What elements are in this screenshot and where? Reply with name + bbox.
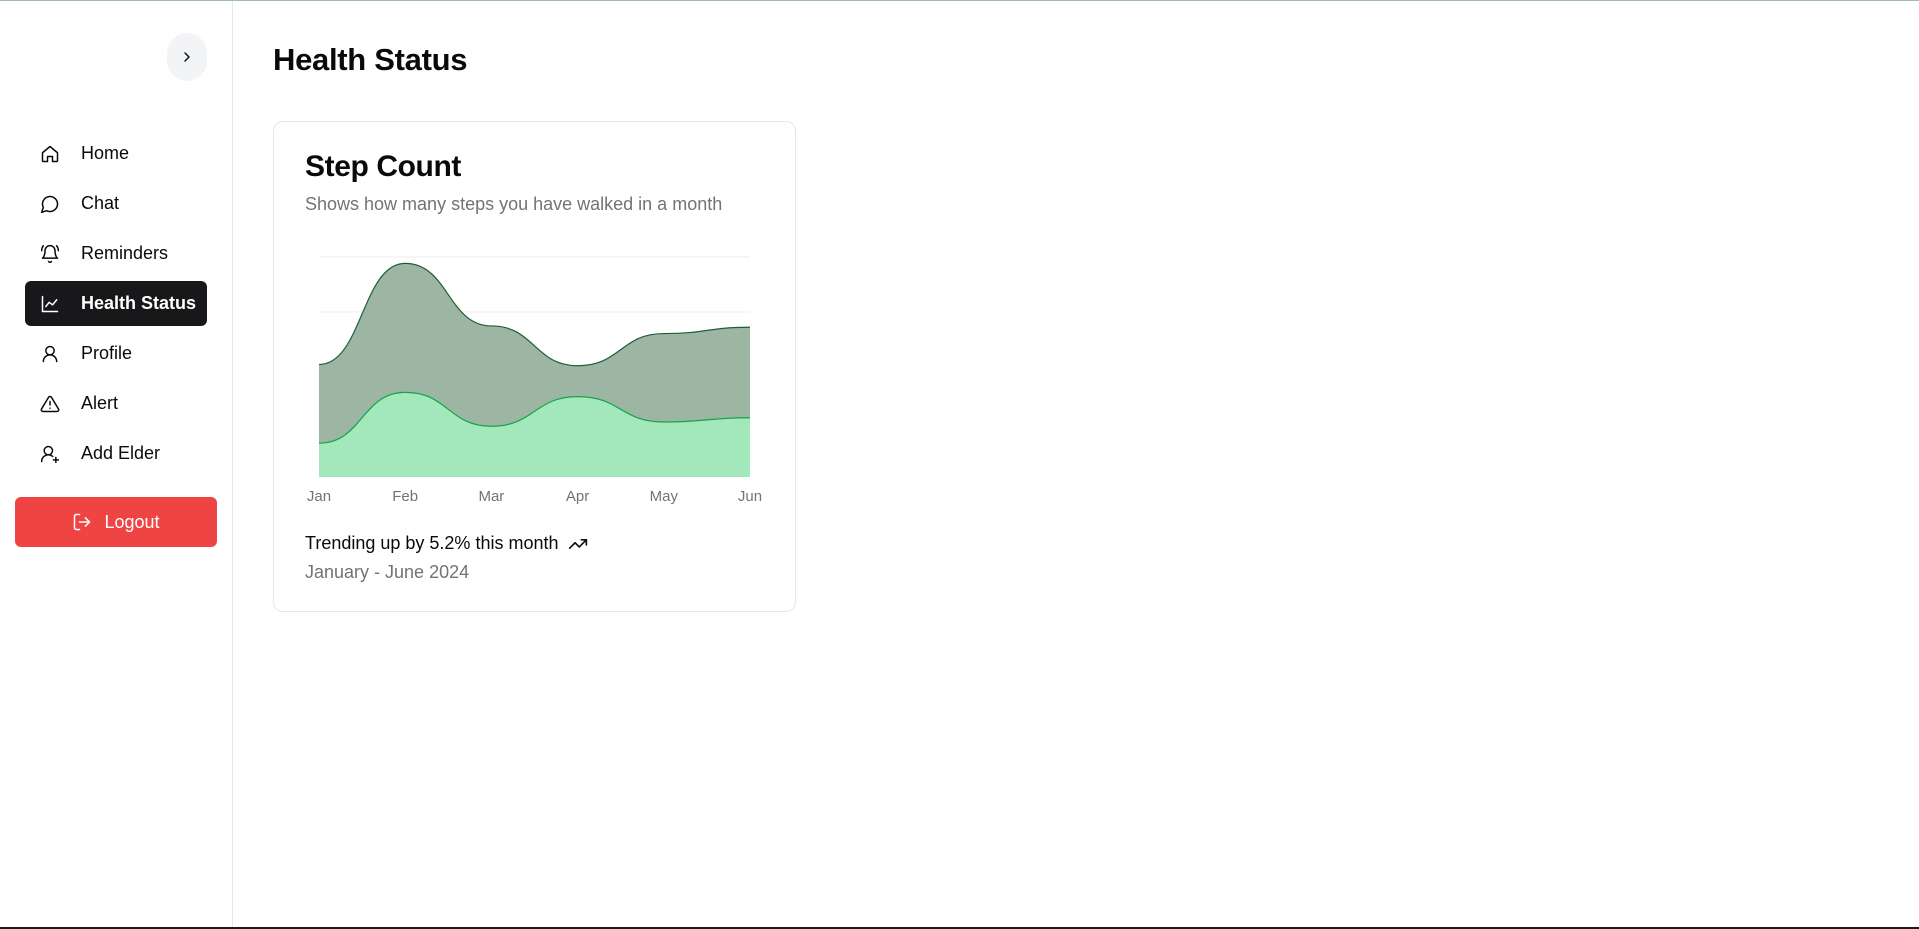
sidebar-item-health-status[interactable]: Health Status	[25, 281, 207, 326]
card-title: Step Count	[305, 150, 461, 183]
sidebar-item-chat[interactable]: Chat	[25, 181, 207, 226]
trending-up-icon	[568, 534, 588, 554]
logout-button[interactable]: Logout	[15, 497, 217, 547]
x-tick-label: May	[650, 488, 679, 505]
x-tick-label: Feb	[392, 488, 418, 505]
chat-icon	[39, 193, 61, 215]
x-tick-label: Jun	[738, 488, 762, 505]
sidebar-item-label: Home	[81, 143, 130, 163]
chevron-right-icon	[184, 52, 190, 62]
logout-label: Logout	[104, 511, 160, 532]
x-tick-label: Jan	[307, 488, 331, 505]
step-count-card: Step Count Shows how many steps you have…	[273, 121, 796, 612]
step-count-chart: Jan Feb Mar Apr May Jun	[307, 256, 762, 505]
sidebar-item-label: Chat	[81, 193, 120, 213]
user-icon	[39, 343, 61, 365]
sidebar-item-label: Reminders	[81, 243, 169, 263]
line-chart-icon	[39, 293, 61, 315]
sidebar-item-alert[interactable]: Alert	[25, 381, 207, 426]
trend-summary: Trending up by 5.2% this month	[305, 533, 588, 554]
sidebar: Home Chat Reminders Health Status Profil…	[0, 1, 233, 927]
top-border	[0, 0, 1919, 1]
card-description: Shows how many steps you have walked in …	[305, 194, 723, 214]
user-plus-icon	[39, 443, 61, 465]
sidebar-toggle-button[interactable]	[167, 33, 207, 81]
sidebar-item-label: Alert	[81, 393, 119, 413]
page-title: Health Status	[273, 42, 468, 77]
logout-icon	[72, 511, 94, 533]
sidebar-item-label: Health Status	[81, 293, 197, 313]
sidebar-item-reminders[interactable]: Reminders	[25, 231, 207, 276]
date-range: January - June 2024	[305, 562, 470, 582]
alert-triangle-icon	[39, 393, 61, 415]
sidebar-item-add-elder[interactable]: Add Elder	[25, 431, 207, 476]
home-icon	[39, 143, 61, 165]
sidebar-nav: Home Chat Reminders Health Status Profil…	[25, 131, 207, 481]
trend-text: Trending up by 5.2% this month	[305, 533, 559, 553]
sidebar-item-profile[interactable]: Profile	[25, 331, 207, 376]
x-tick-label: Apr	[566, 488, 589, 505]
x-tick-label: Mar	[478, 488, 504, 505]
sidebar-item-label: Profile	[81, 343, 133, 363]
bell-icon	[39, 243, 61, 265]
sidebar-item-home[interactable]: Home	[25, 131, 207, 176]
sidebar-item-label: Add Elder	[81, 443, 161, 463]
